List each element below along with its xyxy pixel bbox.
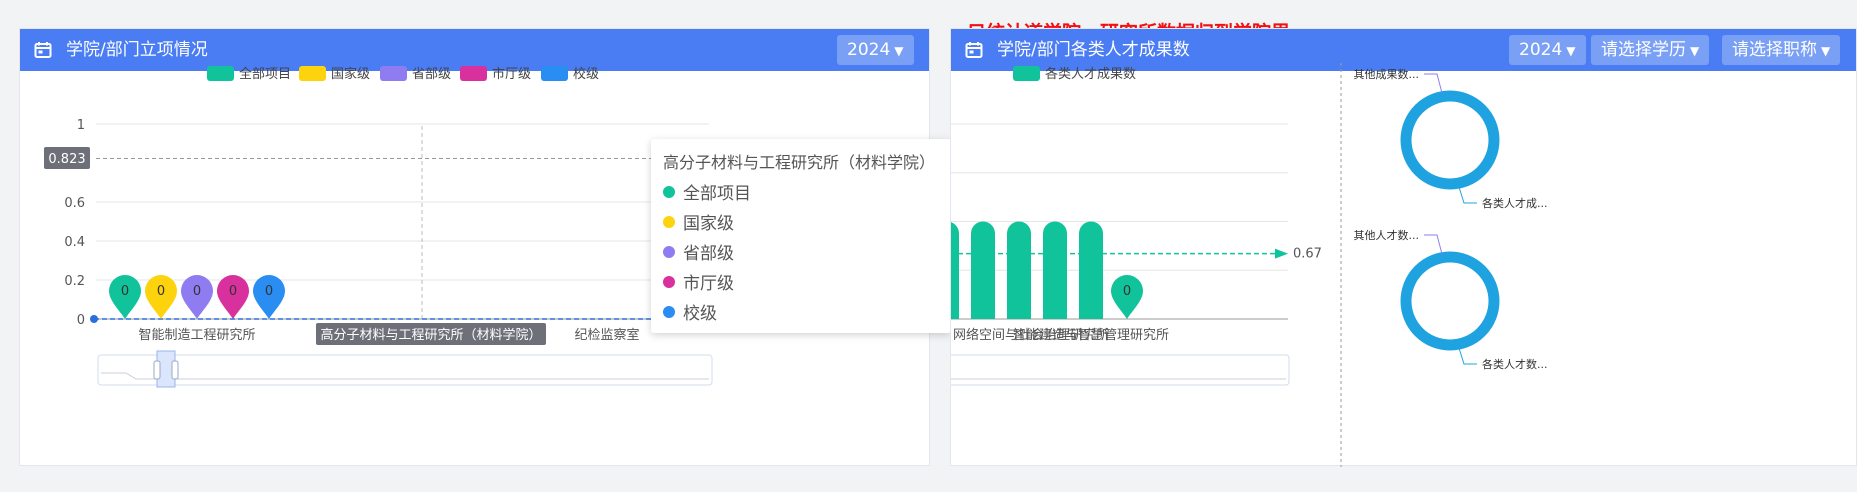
average-label: 0.67 — [1293, 247, 1322, 262]
series-dot — [663, 186, 675, 198]
legend-swatch — [207, 66, 234, 81]
pin-label: 0 — [229, 284, 237, 299]
crosshair-label: 0.823 — [48, 152, 85, 167]
college-projects-card: 学院/部门立项情况 2024 ▼ 全部项目 国家级 省部级 市厅级 校级 0 0.2 0.4 0.… — [19, 28, 951, 466]
legend-swatch — [460, 66, 487, 81]
talent-chart: 各类人才成果数00.511.520.6720网络空间与社会治理研究所智能建造与智… — [951, 63, 1548, 467]
y-tick-label: 0 — [77, 313, 85, 328]
series-dot — [663, 306, 675, 318]
legend-label: 国家级 — [331, 66, 370, 82]
bar — [1007, 221, 1031, 319]
series-dot — [663, 216, 675, 228]
donut-ring — [1400, 251, 1500, 351]
x-tick-label: 纪检监察室 — [574, 327, 639, 343]
x-tick-label: 智能制造工程研究所 — [138, 328, 255, 343]
y-tick-label: 1 — [77, 118, 85, 133]
pin-label: 0 — [265, 284, 273, 299]
pin-label: 0 — [121, 284, 129, 299]
markline-start — [90, 315, 98, 323]
donut-leader — [1458, 186, 1477, 204]
datazoom-handle-left — [153, 360, 161, 380]
pin-label: 0 — [1123, 284, 1131, 299]
bar — [1079, 221, 1103, 319]
bar — [971, 221, 995, 319]
legend-swatch — [541, 66, 568, 81]
legend-swatch — [1013, 66, 1040, 81]
datazoom-track — [951, 354, 1290, 386]
chart-tooltip: 高分子材料与工程研究所（材料学院） 全部项目 国家级 省部级 市厅级 校级 — [651, 139, 951, 333]
pin-label: 0 — [157, 284, 165, 299]
legend-label: 各类人才成果数 — [1045, 66, 1136, 82]
datazoom-handle-right — [171, 360, 179, 380]
tooltip-title: 高分子材料与工程研究所（材料学院） — [663, 153, 936, 172]
donut-label: 其他人才数... — [1354, 228, 1420, 242]
donut-ring — [1400, 90, 1500, 190]
datazoom-track — [97, 354, 713, 386]
donut-label: 各类人才数... — [1482, 357, 1548, 371]
y-tick-label: 0.2 — [64, 274, 85, 289]
series-dot — [663, 276, 675, 288]
series-dot — [663, 246, 675, 258]
y-tick-label: 0.6 — [64, 196, 85, 211]
legend-swatch — [380, 66, 407, 81]
donut-label: 其他成果数... — [1354, 68, 1420, 81]
donut-label: 各类人才成... — [1482, 196, 1548, 210]
tooltip-row: 省部级 — [663, 239, 734, 264]
average-arrow — [1275, 248, 1288, 259]
bar — [1043, 221, 1067, 319]
x-tick-label-active: 高分子材料与工程研究所（材料学院） — [320, 327, 541, 343]
legend-label: 全部项目 — [239, 66, 291, 82]
tooltip-row: 全部项目 — [663, 179, 751, 204]
donut-leader — [1424, 73, 1443, 94]
legend-label: 市厅级 — [492, 66, 531, 82]
legend-swatch — [299, 66, 326, 81]
legend-label: 省部级 — [412, 67, 451, 82]
x-tick-label: 智能建造与智慧管理研究所 — [1013, 327, 1169, 343]
college-talent-card: 学院/部门各类人才成果数 2024 ▼ 请选择学历 ▼ 请选择职称 ▼ 各类人才成果数… — [950, 28, 1857, 467]
tooltip-row: 校级 — [663, 299, 717, 324]
y-tick-label: 0.4 — [64, 235, 85, 250]
pin-label: 0 — [193, 284, 201, 299]
tooltip-row: 国家级 — [663, 209, 734, 234]
bar — [951, 222, 959, 319]
donut-leader — [1424, 234, 1443, 255]
legend-label: 校级 — [573, 66, 599, 82]
donut-leader — [1458, 347, 1477, 365]
tooltip-row: 市厅级 — [663, 269, 734, 294]
